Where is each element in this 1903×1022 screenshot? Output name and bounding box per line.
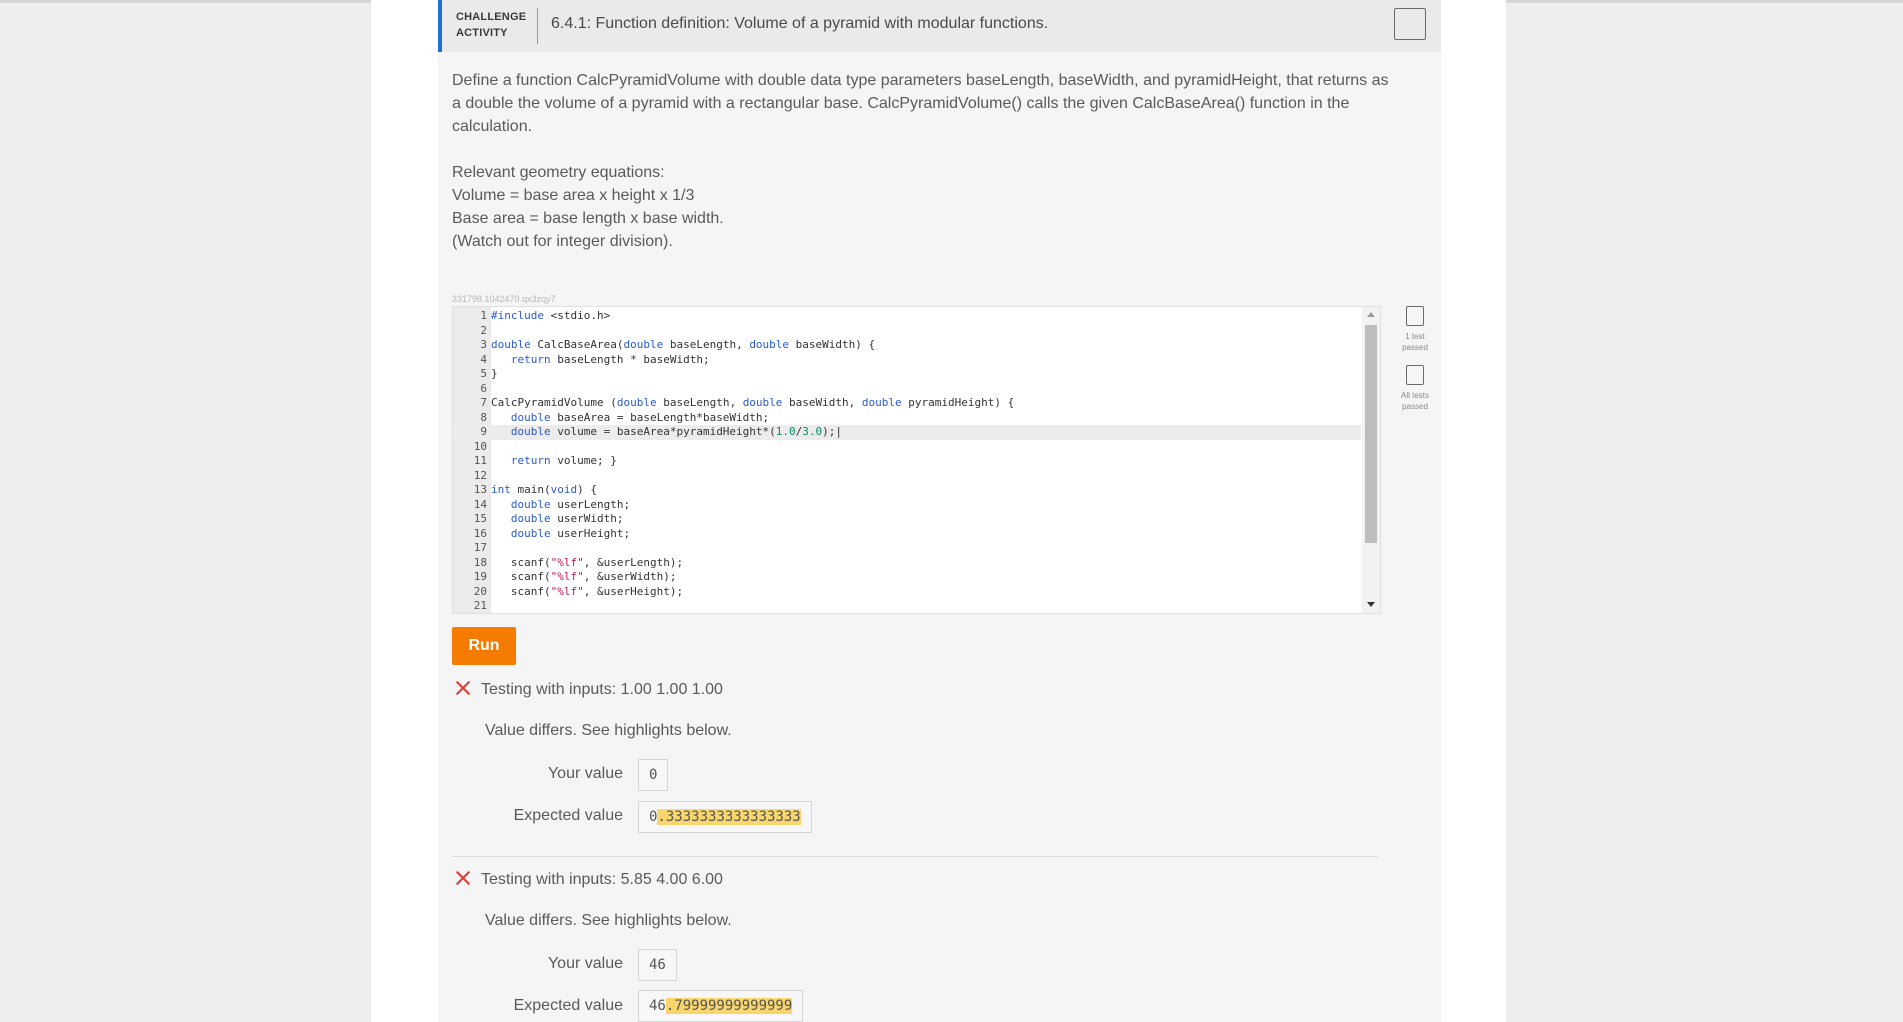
code-line[interactable]: 12 <box>453 469 1361 484</box>
line-number: 20 <box>473 584 487 598</box>
line-number: 21 <box>473 599 487 612</box>
fail-x-icon <box>455 870 471 886</box>
code-line[interactable]: 15 double userWidth; <box>453 512 1361 527</box>
test-result-heading: Testing with inputs: 1.00 1.00 1.00 <box>455 680 723 699</box>
problem-paragraph: Define a function CalcPyramidVolume with… <box>452 72 1389 135</box>
line-number: 3 <box>480 338 487 351</box>
scroll-down-arrow-icon[interactable] <box>1367 602 1375 607</box>
value-differs-message: Value differs. See highlights below. <box>485 912 732 929</box>
your-value-box: 46 <box>638 949 677 981</box>
code-line[interactable]: 1 #include <stdio.h> <box>453 309 1361 324</box>
scroll-thumb[interactable] <box>1365 325 1377 543</box>
line-number: 2 <box>480 323 487 337</box>
code-line[interactable]: 21 <box>453 599 1361 613</box>
activity-label-line2: ACTIVITY <box>456 27 508 39</box>
your-value-label: Your value <box>547 955 623 972</box>
your-value-label: Your value <box>547 765 623 782</box>
code-line[interactable]: 2 <box>453 324 1361 339</box>
line-number: 16 <box>473 526 487 540</box>
editor-scrollbar[interactable] <box>1362 307 1380 613</box>
activity-title: 6.4.1: Function definition: Volume of a … <box>551 15 1049 32</box>
line-number: 8 <box>480 410 487 424</box>
line-number: 9 <box>480 425 487 438</box>
test-separator <box>452 856 1378 857</box>
code-line[interactable]: 20 scanf("%lf", &userHeight); <box>453 585 1361 600</box>
code-id: 331798.1042470.qx3zqy7 <box>452 294 556 304</box>
code-line[interactable]: 3 double CalcBaseArea(double baseLength, … <box>453 338 1361 353</box>
line-number: 10 <box>473 439 487 453</box>
equation-base-area: Base area = base length x base width. <box>452 210 724 227</box>
one-test-label-line2: passed <box>1402 343 1428 352</box>
expected-value-box: 0.3333333333333333 <box>638 801 812 833</box>
all-tests-passed-status: All tests passed <box>1400 365 1430 412</box>
all-tests-checkbox-icon <box>1406 365 1424 385</box>
code-line[interactable]: 8 double baseArea = baseLength*baseWidth… <box>453 411 1361 426</box>
integer-division-note: (Watch out for integer division). <box>452 233 673 250</box>
code-line-active[interactable]: 9 double volume = baseArea*pyramidHeight… <box>453 425 1361 440</box>
problem-statement: Define a function CalcPyramidVolume with… <box>452 69 1392 253</box>
line-number: 19 <box>473 570 487 583</box>
expected-value-label: Expected value <box>513 807 623 824</box>
one-test-label: 1 test passed <box>1400 331 1430 353</box>
your-value-box: 0 <box>638 759 669 791</box>
code-line[interactable]: 10 <box>453 440 1361 455</box>
expected-value-highlight: .3333333333333333 <box>657 809 801 825</box>
line-number: 13 <box>473 483 487 496</box>
one-test-label-line1: 1 test <box>1405 332 1425 341</box>
code-line[interactable]: 19 scanf("%lf", &userWidth); <box>453 570 1361 585</box>
line-number: 17 <box>473 541 487 554</box>
line-number: 5 <box>480 367 487 380</box>
value-differs-message: Value differs. See highlights below. <box>485 722 732 739</box>
line-number: 12 <box>473 468 487 482</box>
code-line[interactable]: 6 <box>453 382 1361 397</box>
line-number: 15 <box>473 512 487 525</box>
activity-type-label: CHALLENGE ACTIVITY <box>456 9 527 41</box>
line-number: 6 <box>480 381 487 395</box>
line-number: 1 <box>480 309 487 322</box>
line-number: 7 <box>480 396 487 409</box>
scroll-up-arrow-icon[interactable] <box>1367 312 1375 317</box>
expected-value-highlight: .79999999999999 <box>665 998 793 1014</box>
all-tests-label: All tests passed <box>1400 390 1430 412</box>
fail-x-icon <box>455 680 471 696</box>
test-inputs-text: Testing with inputs: 5.85 4.00 6.00 <box>481 871 723 888</box>
all-tests-label-line1: All tests <box>1400 391 1429 400</box>
header-divider <box>537 8 538 44</box>
one-test-passed-status: 1 test passed <box>1400 306 1430 353</box>
equations-heading: Relevant geometry equations: <box>452 164 665 181</box>
code-line[interactable]: 17 <box>453 541 1361 556</box>
line-number: 18 <box>473 555 487 569</box>
test-result-heading: Testing with inputs: 5.85 4.00 6.00 <box>455 870 723 889</box>
activity-label-line1: CHALLENGE <box>456 11 527 23</box>
code-line[interactable]: 16 double userHeight; <box>453 527 1361 542</box>
activity-header: CHALLENGE ACTIVITY 6.4.1: Function defin… <box>438 0 1441 52</box>
code-line[interactable]: 11 return volume; } <box>453 454 1361 469</box>
one-test-checkbox-icon <box>1406 306 1424 326</box>
code-editor[interactable]: 1 #include <stdio.h> 2 3 double CalcBaseAr… <box>452 306 1381 614</box>
code-line[interactable]: 13 int main(void) { <box>453 483 1361 498</box>
test-inputs-text: Testing with inputs: 1.00 1.00 1.00 <box>481 681 723 698</box>
completion-checkbox-icon <box>1394 8 1426 40</box>
line-number: 14 <box>473 497 487 511</box>
equation-volume: Volume = base area x height x 1/3 <box>452 187 695 204</box>
expected-value-box: 46.79999999999999 <box>638 990 804 1022</box>
code-line[interactable]: 4 return baseLength * baseWidth; <box>453 353 1361 368</box>
code-line[interactable]: 5} <box>453 367 1361 382</box>
code-line[interactable]: 7 CalcPyramidVolume (double baseLength, d… <box>453 396 1361 411</box>
line-number: 11 <box>473 454 487 467</box>
code-line[interactable]: 14 double userLength; <box>453 498 1361 513</box>
line-number: 4 <box>480 352 487 366</box>
code-line[interactable]: 18 scanf("%lf", &userLength); <box>453 556 1361 571</box>
expected-value-label: Expected value <box>513 997 623 1014</box>
all-tests-label-line2: passed <box>1402 402 1428 411</box>
run-button[interactable]: Run <box>452 627 516 665</box>
expected-value-prefix: 46 <box>649 998 666 1014</box>
